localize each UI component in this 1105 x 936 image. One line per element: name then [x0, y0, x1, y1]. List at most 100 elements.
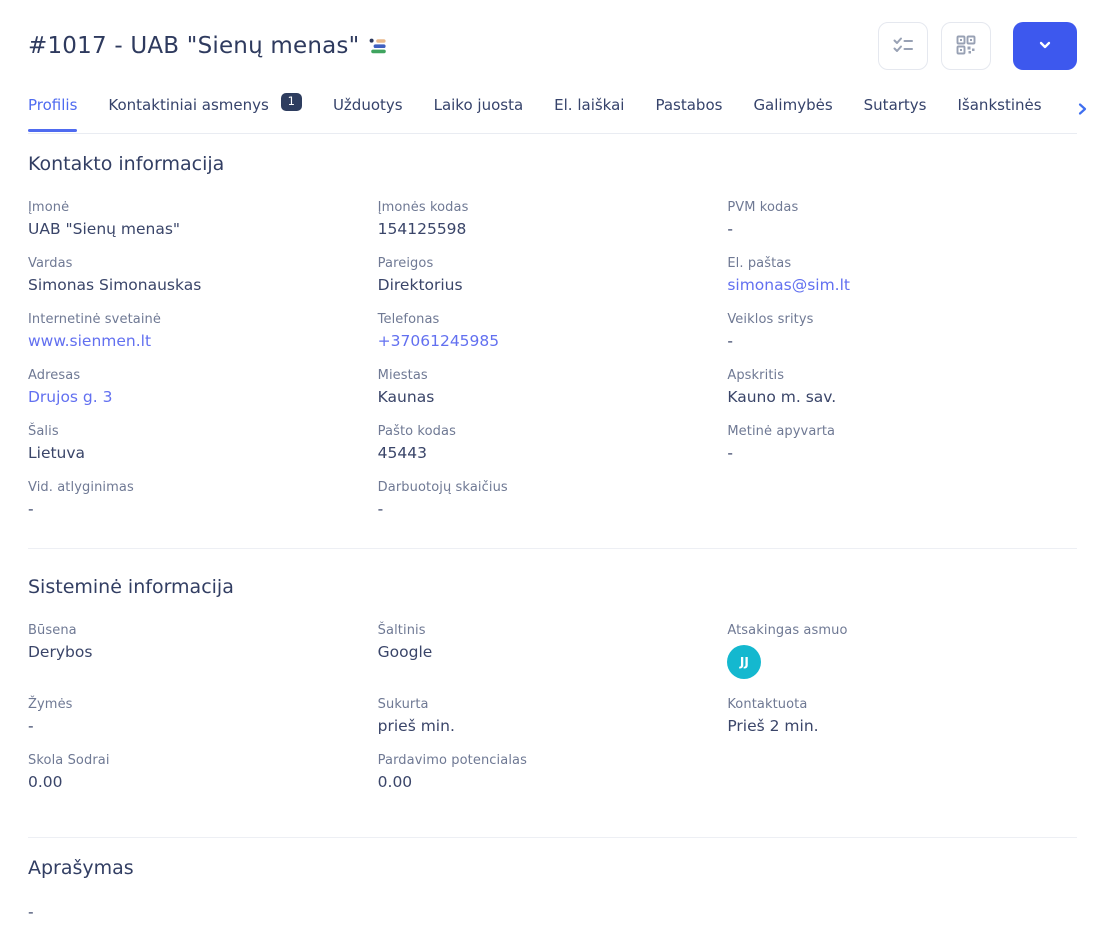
tab-label: Išankstinės	[957, 96, 1042, 114]
field: Įmonės kodas 154125598	[378, 200, 728, 238]
qr-code-button[interactable]	[941, 22, 991, 70]
avatar[interactable]: JJ	[727, 644, 762, 679]
field: Telefonas +37061245985	[378, 312, 728, 350]
profile-content: Kontakto informacija Įmonė UAB "Sienų me…	[28, 134, 1077, 921]
tab[interactable]: Galimybės	[753, 96, 832, 131]
tab-badge: 1	[280, 93, 302, 111]
tab-label: Pastabos	[655, 96, 723, 114]
section-heading: Kontakto informacija	[28, 152, 225, 175]
field-label: Darbuotojų skaičius	[377, 479, 508, 495]
field-label: Kontaktuota	[727, 696, 808, 712]
field: Apskritis Kauno m. sav.	[727, 368, 1077, 406]
field-value: -	[727, 331, 733, 350]
tab[interactable]: El. laiškai	[554, 96, 624, 131]
chevron-down-icon	[1036, 36, 1054, 57]
field-value-link[interactable]: www.sienmen.lt	[28, 332, 378, 350]
field-label: Pareigos	[377, 255, 434, 271]
tab[interactable]: Pastabos	[655, 96, 722, 131]
tabs-scroll-right-button[interactable]	[1073, 96, 1093, 118]
field-value: 45443	[377, 443, 427, 462]
field-label: Skola Sodrai	[28, 752, 110, 768]
field-value: 0.00	[28, 772, 63, 791]
page-header: #1017 - UAB "Sienų menas"	[28, 0, 1077, 70]
field-value: 0.00	[377, 772, 413, 791]
field-value: Direktorius	[377, 275, 463, 294]
field-value: -	[28, 716, 34, 735]
field: Pareigos Direktorius	[378, 256, 728, 294]
field: Internetinė svetainė www.sienmen.lt	[28, 312, 378, 350]
field-value: Kauno m. sav.	[727, 387, 837, 406]
tab-label: Galimybės	[753, 96, 833, 114]
tab[interactable]: Išankstinės	[958, 96, 1042, 131]
field-value: -	[377, 499, 384, 518]
field: Būsena Derybos	[28, 623, 378, 679]
section-heading: Aprašymas	[28, 856, 134, 879]
company-status-icon	[368, 36, 389, 57]
field-label: Įmonė	[28, 199, 70, 215]
field: Metinė apyvarta -	[727, 424, 1077, 462]
field: El. paštas simonas@sim.lt	[727, 256, 1077, 294]
field: Vardas Simonas Simonauskas	[28, 256, 378, 294]
field-value: Prieš 2 min.	[727, 716, 819, 735]
field-label: Veiklos sritys	[727, 311, 814, 327]
header-actions	[878, 22, 1077, 70]
field-value-link[interactable]: Drujos g. 3	[28, 388, 378, 406]
field: Vid. atlyginimas -	[28, 480, 378, 518]
contact-fields-grid: Įmonė UAB "Sienų menas" Įmonės kodas 154…	[28, 200, 1077, 518]
field-label: Miestas	[377, 367, 428, 383]
field-label: Sukurta	[377, 696, 429, 712]
field: Šaltinis Google	[378, 623, 728, 679]
field-value-link[interactable]: +37061245985	[378, 332, 728, 350]
field: Žymės -	[28, 697, 378, 735]
field-label: Vardas	[28, 255, 73, 271]
section-heading: Sisteminė informacija	[28, 575, 234, 598]
field-label: Būsena	[28, 622, 77, 638]
field-value: prieš min.	[377, 716, 455, 735]
tab[interactable]: Užduotys	[333, 96, 403, 131]
field-label: Adresas	[28, 367, 81, 383]
tab-label: Profilis	[28, 96, 78, 114]
field: Šalis Lietuva	[28, 424, 378, 462]
field-value: Lietuva	[28, 443, 86, 462]
field-value: -	[727, 219, 733, 238]
tab-label: Užduotys	[332, 96, 403, 114]
field-label: Internetinė svetainė	[28, 311, 161, 327]
tab[interactable]: Sutartys	[864, 96, 927, 131]
field: Darbuotojų skaičius -	[378, 480, 728, 518]
actions-dropdown-button[interactable]	[1013, 22, 1077, 70]
tab-label: Laiko juosta	[433, 96, 524, 114]
tab[interactable]: Kontaktiniai asmenys 1	[108, 93, 302, 133]
tab[interactable]: Laiko juosta	[434, 96, 524, 131]
page-title: #1017 - UAB "Sienų menas"	[28, 33, 389, 59]
field-label: Telefonas	[377, 311, 440, 327]
chevron-right-icon	[1073, 103, 1091, 121]
field-label: Atsakingas asmuo	[727, 622, 848, 638]
field-label: Pardavimo potencialas	[377, 752, 527, 768]
field: Skola Sodrai 0.00	[28, 753, 378, 791]
field: Adresas Drujos g. 3	[28, 368, 378, 406]
field: PVM kodas -	[727, 200, 1077, 238]
section-system-information: Sisteminė informacija Būsena Derybos Šal…	[28, 549, 1077, 791]
page-title-text: #1017 - UAB "Sienų menas"	[28, 33, 360, 59]
field-value-link[interactable]: simonas@sim.lt	[727, 276, 1077, 294]
field-label: Šaltinis	[377, 622, 426, 638]
field: Atsakingas asmuo JJ	[727, 623, 1077, 679]
field-label: Šalis	[28, 423, 59, 439]
tab-bar: Profilis Kontaktiniai asmenys 1 Užduotys…	[28, 93, 1086, 134]
field-value: Kaunas	[377, 387, 435, 406]
field-value: Derybos	[28, 642, 93, 661]
field-label: Vid. atlyginimas	[28, 479, 134, 495]
field: Įmonė UAB "Sienų menas"	[28, 200, 378, 238]
tab[interactable]: Profilis	[28, 96, 78, 132]
field: Veiklos sritys -	[727, 312, 1077, 350]
tab-label: Sutartys	[863, 96, 927, 114]
tab-label: El. laiškai	[554, 96, 625, 114]
field-label: Žymės	[28, 696, 73, 712]
field: Pardavimo potencialas 0.00	[378, 753, 728, 791]
field: Kontaktuota Prieš 2 min.	[727, 697, 1077, 735]
checklist-button[interactable]	[878, 22, 928, 70]
field: Miestas Kaunas	[378, 368, 728, 406]
field-label: Pašto kodas	[377, 423, 456, 439]
field-value: UAB "Sienų menas"	[28, 219, 181, 238]
field-label: El. paštas	[727, 255, 792, 271]
